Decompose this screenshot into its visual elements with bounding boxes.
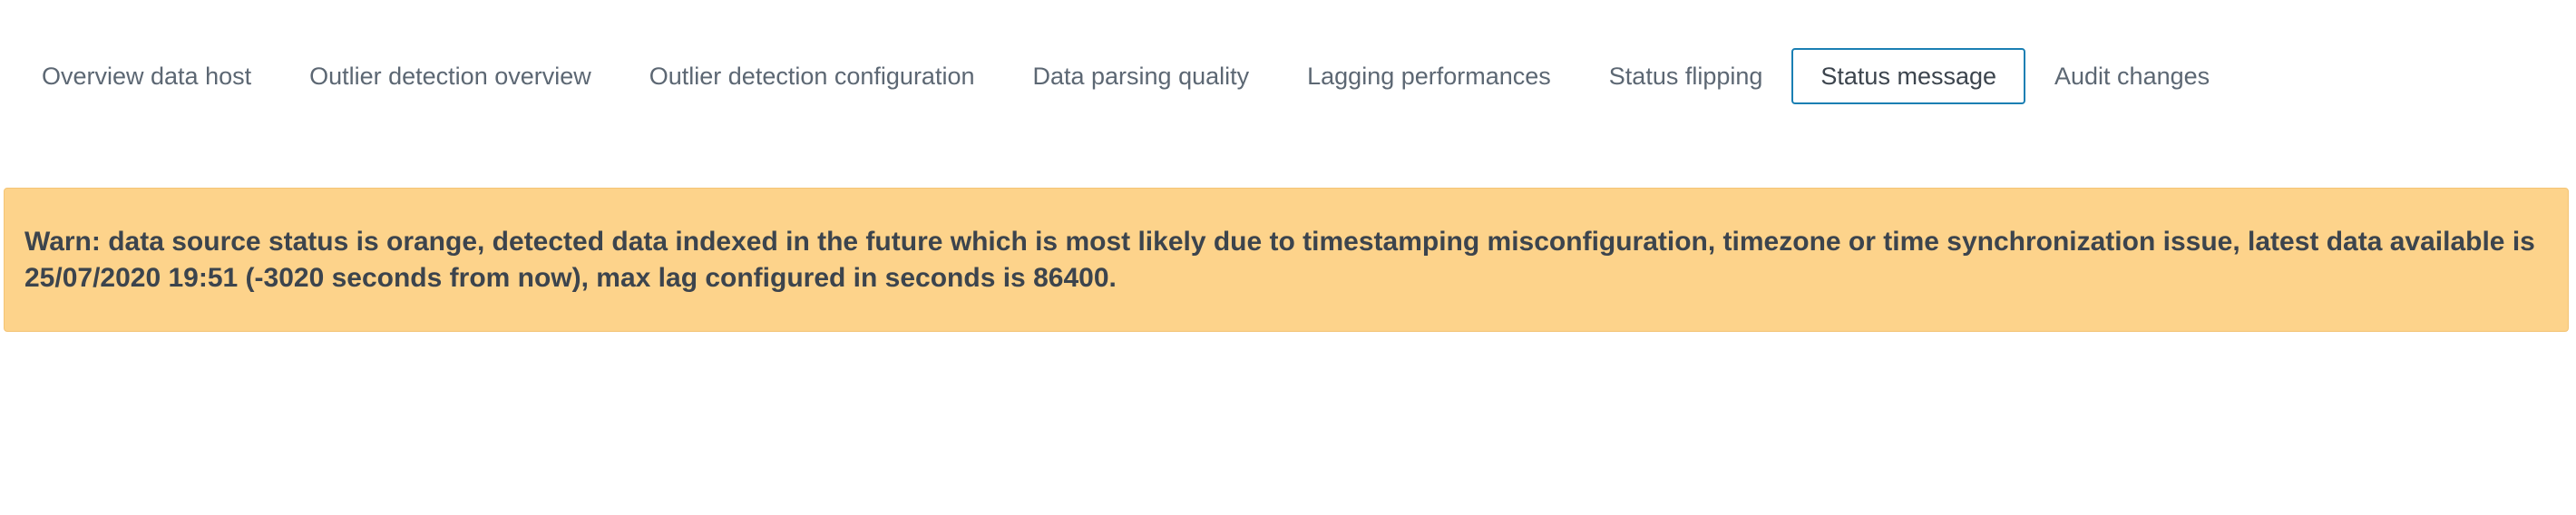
- tab-bar: Overview data host Outlier detection ove…: [13, 47, 2239, 105]
- warning-message: Warn: data source status is orange, dete…: [24, 226, 2535, 293]
- tab-lagging-performances[interactable]: Lagging performances: [1278, 48, 1580, 104]
- tab-status-flipping[interactable]: Status flipping: [1580, 48, 1792, 104]
- tab-outlier-detection-configuration[interactable]: Outlier detection configuration: [620, 48, 1004, 104]
- tab-outlier-detection-overview[interactable]: Outlier detection overview: [280, 48, 620, 104]
- tab-audit-changes[interactable]: Audit changes: [2025, 48, 2239, 104]
- tab-overview-data-host[interactable]: Overview data host: [13, 48, 280, 104]
- tab-status-message[interactable]: Status message: [1791, 48, 2026, 104]
- tab-data-parsing-quality[interactable]: Data parsing quality: [1003, 48, 1278, 104]
- page: Overview data host Outlier detection ove…: [0, 0, 2576, 515]
- warning-alert: Warn: data source status is orange, dete…: [4, 188, 2569, 332]
